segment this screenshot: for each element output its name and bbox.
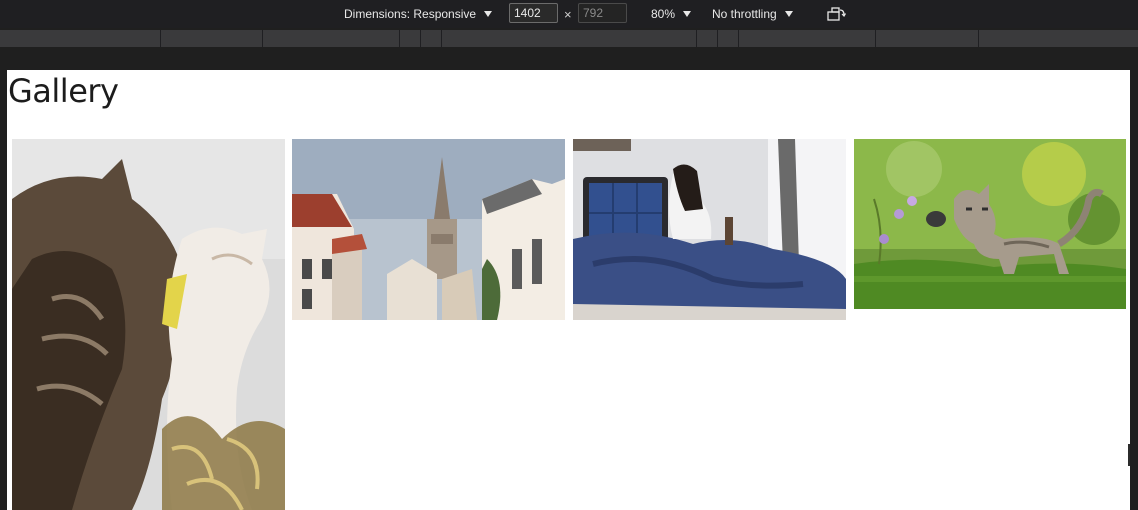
gallery-image-cats[interactable] <box>12 139 285 510</box>
height-input[interactable] <box>578 3 627 23</box>
media-query-bar[interactable] <box>0 30 1138 47</box>
gallery-image-city[interactable] <box>292 139 565 320</box>
emulated-viewport: Gallery <box>7 70 1130 510</box>
width-input[interactable] <box>509 3 558 23</box>
media-query-divider <box>978 30 979 47</box>
photo-city-icon <box>292 139 565 320</box>
media-query-divider <box>738 30 739 47</box>
media-query-divider <box>875 30 876 47</box>
photo-cats-icon <box>12 139 285 510</box>
zoom-label: 80% <box>651 7 676 21</box>
gallery-image-kitten[interactable] <box>854 139 1126 309</box>
media-query-divider <box>160 30 161 47</box>
chevron-down-icon <box>484 11 493 17</box>
media-query-divider <box>420 30 421 47</box>
media-query-divider <box>441 30 442 47</box>
zoom-dropdown[interactable]: 80% <box>651 0 692 28</box>
device-toolbar: Dimensions: Responsive × 80% No throttli… <box>0 0 1138 28</box>
page-title: Gallery <box>8 72 119 110</box>
dimension-separator: × <box>564 7 572 22</box>
media-query-divider <box>262 30 263 47</box>
photo-kitten-icon <box>854 139 1126 309</box>
gallery-image-bedroom[interactable] <box>573 139 846 320</box>
dimensions-label: Dimensions: Responsive <box>344 7 477 21</box>
media-query-divider <box>696 30 697 47</box>
throttling-dropdown[interactable]: No throttling <box>712 0 793 28</box>
chevron-down-icon <box>784 11 793 17</box>
throttling-label: No throttling <box>712 7 777 21</box>
scrollbar[interactable] <box>1128 444 1130 466</box>
photo-bedroom-icon <box>573 139 846 320</box>
media-query-divider <box>717 30 718 47</box>
chevron-down-icon <box>683 11 692 17</box>
rotate-icon[interactable] <box>826 6 847 22</box>
dimensions-dropdown[interactable]: Dimensions: Responsive <box>344 0 493 28</box>
media-query-divider <box>399 30 400 47</box>
